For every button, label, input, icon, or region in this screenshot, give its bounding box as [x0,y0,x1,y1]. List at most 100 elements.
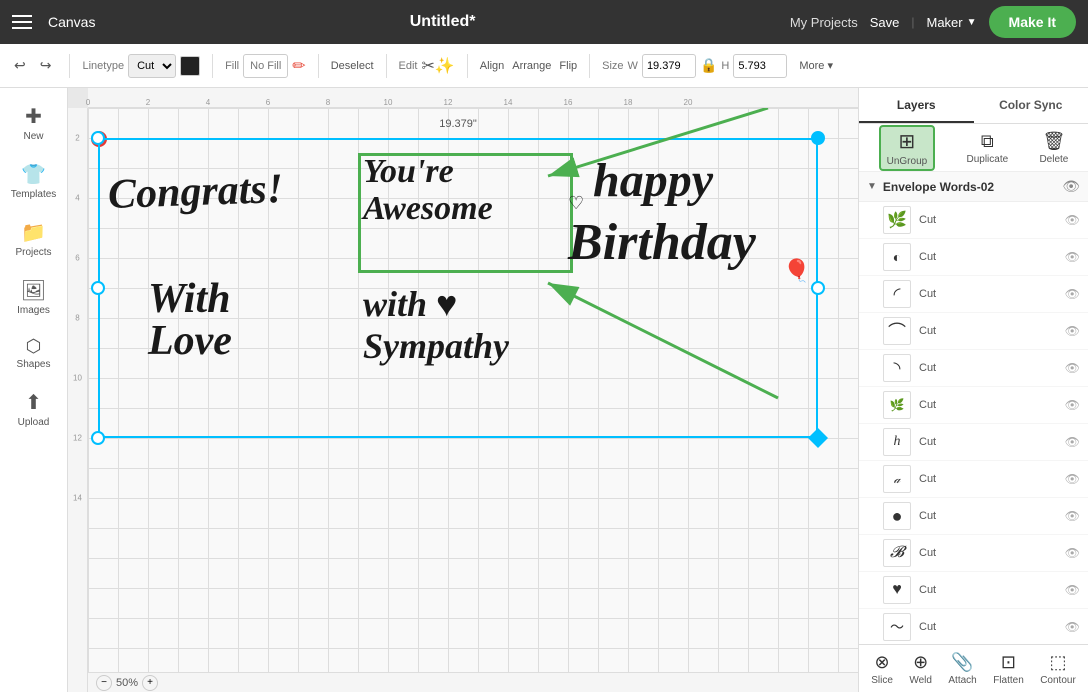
weld-button[interactable]: ⊕ Weld [905,648,936,690]
panel-delete-button[interactable]: 🗑 Delete [1039,131,1068,165]
layer-group-header[interactable]: ▼ Envelope Words-02 👁 [859,172,1088,202]
sidebar-item-new[interactable]: ✚ New [4,96,64,150]
zoom-out-button[interactable]: − [96,675,112,691]
layer-eye-icon[interactable]: 👁 [1065,435,1080,449]
handle-bottom-left[interactable] [91,431,105,445]
ruler-mark: 2 [146,98,150,107]
ruler-mark: 12 [68,434,87,443]
lock-icon[interactable]: 🔒 [700,57,717,74]
hamburger-menu[interactable] [12,15,32,29]
ruler-mark: 8 [68,314,87,323]
layer-eye-icon[interactable]: 👁 [1065,250,1080,264]
layer-name: Cut [919,251,1057,263]
canvas-workspace[interactable]: ✕ 19.379" Congrats! You'reAwesome happy … [88,108,858,672]
edit-button[interactable]: ✂✨ [421,56,454,76]
layer-eye-icon[interactable]: 👁 [1065,472,1080,486]
handle-middle-left[interactable] [91,281,105,295]
save-button[interactable]: Save [870,15,900,30]
more-button[interactable]: More ▾ [799,59,833,72]
width-input[interactable] [642,54,696,78]
fill-display[interactable]: No Fill [243,54,288,78]
panel-tabs: Layers Color Sync [859,88,1088,124]
sidebar-item-templates[interactable]: 👕 Templates [4,154,64,208]
tab-layers[interactable]: Layers [859,88,974,123]
toolbar: ↩ ↪ Linetype Cut Fill No Fill ✏ Deselect… [0,44,1088,88]
maker-button[interactable]: Maker ▼ [927,15,977,30]
toolbar-divider-5 [467,54,468,78]
layer-eye-icon[interactable]: 👁 [1065,324,1080,338]
my-projects-link[interactable]: My Projects [790,15,858,30]
list-item[interactable]: h Cut 👁 [859,424,1088,461]
ruler-mark: 4 [68,194,87,203]
align-button[interactable]: Align [480,60,504,72]
sidebar-item-upload[interactable]: ⬆ Upload [4,382,64,436]
attach-button[interactable]: 📎 Attach [944,648,980,690]
templates-icon: 👕 [21,162,46,187]
layer-thumb: 〜 [883,613,911,641]
ungroup-icon: ⊞ [899,129,916,154]
make-it-button[interactable]: Make It [989,6,1076,38]
layer-eye-icon[interactable]: 👁 [1065,361,1080,375]
height-input[interactable] [733,54,787,78]
handle-top-right[interactable] [811,131,825,145]
layer-thumb: 𝓑 [883,539,911,567]
sidebar-item-images[interactable]: 🖼 Images [4,270,64,324]
toolbar-divider-3 [318,54,319,78]
projects-icon: 📁 [21,220,46,245]
redo-button[interactable]: ↪ [34,53,58,78]
sidebar-item-projects[interactable]: 📁 Projects [4,212,64,266]
pencil-icon[interactable]: ✏ [292,56,305,76]
list-item[interactable]: 🌿 Cut 👁 [859,387,1088,424]
list-item[interactable]: ● Cut 👁 [859,498,1088,535]
slice-button[interactable]: ⊗ Slice [867,648,897,690]
canvas-area[interactable]: 0 2 4 6 8 10 12 14 16 18 20 2 4 6 8 10 1… [68,88,858,692]
list-item[interactable]: ♥ Cut 👁 [859,572,1088,609]
flip-button[interactable]: Flip [559,60,577,72]
width-label: W [628,60,638,72]
group-chevron-icon: ▼ [867,181,877,192]
list-item[interactable]: ◝ Cut 👁 [859,350,1088,387]
ruler-mark: 4 [206,98,210,107]
list-item[interactable]: ⌒ Cut 👁 [859,313,1088,350]
undo-button[interactable]: ↩ [8,53,32,78]
color-swatch[interactable] [180,56,200,76]
list-item[interactable]: 〜 Cut 👁 [859,609,1088,644]
list-item[interactable]: 🌿 Cut 👁 [859,202,1088,239]
images-label: Images [17,305,50,316]
layer-eye-icon[interactable]: 👁 [1065,620,1080,634]
sidebar-item-shapes[interactable]: ⬡ Shapes [4,328,64,378]
list-item[interactable]: ◜ Cut 👁 [859,276,1088,313]
layer-eye-icon[interactable]: 👁 [1065,287,1080,301]
delete-label: Delete [1039,154,1068,165]
layer-eye-icon[interactable]: 👁 [1065,583,1080,597]
flatten-button[interactable]: ⊡ Flatten [989,648,1028,690]
handle-top-left[interactable] [91,131,105,145]
handle-middle-right[interactable] [811,281,825,295]
group-eye-icon[interactable]: 👁 [1062,178,1080,195]
layer-name: Cut [919,214,1057,226]
zoom-control: − 50% + [96,675,158,691]
layer-thumb: ⌒ [883,317,911,345]
contour-button[interactable]: ⬚ Contour [1036,648,1080,690]
layer-thumb: ♥ [883,576,911,604]
canvas-selection[interactable]: ✕ 19.379" Congrats! You'reAwesome happy … [98,138,818,438]
ruler-mark: 6 [266,98,270,107]
layer-eye-icon[interactable]: 👁 [1065,213,1080,227]
list-item[interactable]: ◐ Cut 👁 [859,239,1088,276]
list-item[interactable]: 𝓑 Cut 👁 [859,535,1088,572]
panel-duplicate-button[interactable]: ⧉ Duplicate [966,131,1008,165]
arrange-button[interactable]: Arrange [512,60,551,72]
zoom-in-button[interactable]: + [142,675,158,691]
deselect-button[interactable]: Deselect [331,60,374,72]
size-group: Size W 🔒 H [602,54,787,78]
layer-eye-icon[interactable]: 👁 [1065,398,1080,412]
list-item[interactable]: 𝒶 Cut 👁 [859,461,1088,498]
layers-list[interactable]: ▼ Envelope Words-02 👁 🌿 Cut 👁 ◐ Cut 👁 ◜ … [859,172,1088,644]
layer-eye-icon[interactable]: 👁 [1065,546,1080,560]
canvas-text-with-sympathy: with ♥Sympathy [363,283,509,367]
linetype-select[interactable]: Cut [128,54,176,78]
layer-eye-icon[interactable]: 👁 [1065,509,1080,523]
panel-ungroup-button[interactable]: ⊞ UnGroup [879,125,936,171]
tab-color-sync[interactable]: Color Sync [974,88,1088,123]
weld-label: Weld [909,675,932,686]
